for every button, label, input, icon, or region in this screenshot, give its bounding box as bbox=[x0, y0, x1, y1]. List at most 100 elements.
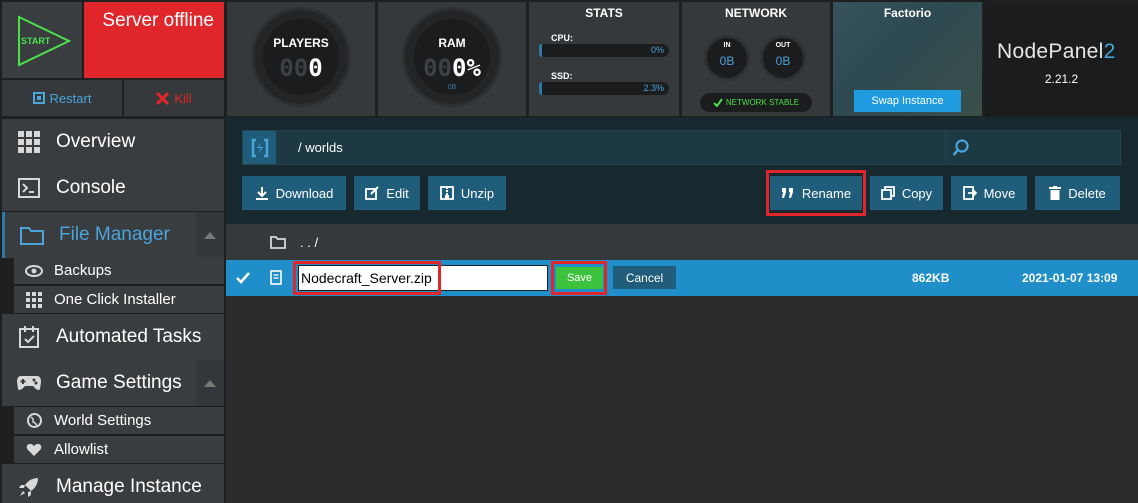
network-in: IN 0B bbox=[704, 35, 750, 81]
search-button[interactable] bbox=[945, 131, 1120, 164]
start-button[interactable]: START bbox=[2, 2, 82, 78]
refresh-icon[interactable] bbox=[243, 131, 276, 164]
chevron-up-icon[interactable] bbox=[196, 212, 224, 258]
sidebar-item-label: Allowlist bbox=[54, 441, 109, 458]
kill-button[interactable]: Kill bbox=[124, 80, 224, 116]
copy-button[interactable]: Copy bbox=[870, 176, 943, 210]
sidebar-item-label: Backups bbox=[54, 262, 112, 279]
sidebar-item-console[interactable]: Console bbox=[2, 165, 224, 211]
check-icon bbox=[713, 98, 723, 107]
delete-button[interactable]: Delete bbox=[1035, 176, 1120, 210]
sidebar-item-one-click-installer[interactable]: One Click Installer bbox=[14, 286, 224, 313]
sidebar: Overview Console File Manager Backups On… bbox=[0, 117, 226, 503]
sidebar-item-backups[interactable]: Backups bbox=[14, 257, 224, 284]
copy-icon bbox=[880, 186, 895, 200]
file-icon bbox=[270, 270, 282, 285]
network-status: NETWORK STABLE bbox=[700, 93, 812, 112]
download-icon bbox=[255, 187, 268, 200]
server-status-text: Server offline bbox=[102, 10, 214, 31]
edit-button[interactable]: Edit bbox=[354, 176, 420, 210]
download-button[interactable]: Download bbox=[242, 176, 346, 210]
file-manager-panel: / worlds Download Edit Unzip Rename Copy… bbox=[226, 117, 1138, 503]
sidebar-item-file-manager[interactable]: File Manager bbox=[2, 212, 224, 258]
save-highlight bbox=[551, 261, 607, 295]
file-date: 2021-01-07 13:09 bbox=[1022, 271, 1118, 285]
sidebar-item-label: World Settings bbox=[54, 412, 152, 429]
file-size: 862KB bbox=[912, 271, 950, 285]
terminal-icon bbox=[18, 178, 40, 198]
sidebar-item-label: Game Settings bbox=[56, 372, 182, 393]
sidebar-item-overview[interactable]: Overview bbox=[2, 119, 224, 165]
sidebar-item-label: Manage Instance bbox=[56, 476, 202, 497]
sidebar-item-label: File Manager bbox=[59, 224, 170, 245]
sidebar-item-manage-instance[interactable]: Manage Instance bbox=[2, 464, 224, 503]
eye-icon bbox=[25, 264, 43, 277]
ram-tile: RAM 000% 0B bbox=[378, 2, 526, 116]
folder-icon bbox=[20, 227, 44, 245]
search-icon bbox=[952, 138, 969, 156]
trash-icon bbox=[1049, 186, 1062, 200]
checkbox-checked-icon[interactable] bbox=[236, 271, 250, 285]
edit-icon bbox=[365, 186, 380, 200]
restart-label: Restart bbox=[49, 90, 92, 106]
top-header: START Server offline Restart Kill PLAYER… bbox=[0, 0, 1138, 117]
unzip-button[interactable]: Unzip bbox=[428, 176, 506, 210]
brand-logo: NodePanel2 bbox=[997, 40, 1116, 63]
sidebar-item-label: Overview bbox=[56, 131, 136, 152]
list-item-file[interactable]: Save Cancel 862KB 2021-01-07 13:09 bbox=[226, 260, 1138, 296]
grid-icon bbox=[26, 291, 42, 308]
sidebar-item-label: Console bbox=[56, 177, 126, 198]
chevron-up-icon[interactable] bbox=[196, 360, 224, 406]
start-label: START bbox=[21, 36, 51, 46]
game-title: Factorio bbox=[883, 6, 932, 20]
ssd-bar-fill bbox=[539, 82, 542, 95]
grid-icon bbox=[18, 131, 40, 153]
list-item-parent-dir[interactable]: . . / bbox=[226, 224, 1138, 260]
network-tile: NETWORK IN 0B OUT 0B NETWORK STABLE bbox=[682, 2, 830, 116]
move-icon bbox=[962, 186, 977, 200]
heart-icon bbox=[26, 443, 42, 456]
folder-icon bbox=[270, 235, 286, 249]
ssd-value: 2.3% bbox=[643, 83, 664, 93]
cpu-bar-fill bbox=[539, 44, 542, 57]
server-controls: START Server offline Restart Kill bbox=[0, 0, 224, 117]
cancel-button[interactable]: Cancel bbox=[613, 266, 676, 289]
game-tile: Factorio Swap Instance bbox=[833, 2, 982, 116]
stats-tile: STATS CPU: 0% SSD: 2.3% bbox=[529, 2, 679, 116]
parent-dir-label: . . / bbox=[300, 234, 319, 250]
brand-version: 2.21.2 bbox=[1044, 72, 1079, 86]
kill-label: Kill bbox=[174, 90, 192, 106]
brand-tile: NodePanel2 2.21.2 bbox=[985, 2, 1138, 116]
players-value: 000 bbox=[279, 54, 323, 82]
sidebar-item-label: Automated Tasks bbox=[56, 326, 202, 347]
globe-icon bbox=[26, 413, 42, 428]
sidebar-item-world-settings[interactable]: World Settings bbox=[14, 407, 224, 434]
restart-icon bbox=[32, 92, 45, 104]
sidebar-item-label: One Click Installer bbox=[54, 291, 176, 308]
rename-input-highlight bbox=[293, 261, 441, 295]
stats-title: STATS bbox=[585, 6, 623, 20]
close-icon bbox=[156, 91, 170, 105]
players-gauge: PLAYERS 000 bbox=[251, 7, 351, 107]
network-out: OUT 0B bbox=[760, 35, 806, 81]
tasks-icon bbox=[19, 326, 39, 348]
path-bar: / worlds bbox=[242, 130, 1121, 165]
ram-sub: 0B bbox=[447, 84, 457, 91]
ram-value: 000% bbox=[423, 54, 481, 82]
swap-instance-button[interactable]: Swap Instance bbox=[854, 90, 961, 112]
cpu-value: 0% bbox=[650, 45, 664, 55]
server-status: Server offline bbox=[84, 2, 224, 78]
unzip-icon bbox=[439, 186, 454, 200]
ram-label: RAM bbox=[438, 36, 466, 50]
sidebar-item-game-settings[interactable]: Game Settings bbox=[2, 360, 224, 406]
restart-button[interactable]: Restart bbox=[2, 80, 122, 116]
cpu-bar: 0% bbox=[539, 44, 669, 57]
gamepad-icon bbox=[17, 376, 41, 390]
sidebar-item-allowlist[interactable]: Allowlist bbox=[14, 436, 224, 463]
breadcrumb[interactable]: / worlds bbox=[298, 140, 343, 155]
rename-highlight bbox=[766, 170, 866, 216]
move-button[interactable]: Move bbox=[951, 176, 1027, 210]
players-tile: PLAYERS 000 bbox=[227, 2, 375, 116]
players-label: PLAYERS bbox=[273, 36, 329, 50]
sidebar-item-automated-tasks[interactable]: Automated Tasks bbox=[2, 314, 224, 360]
